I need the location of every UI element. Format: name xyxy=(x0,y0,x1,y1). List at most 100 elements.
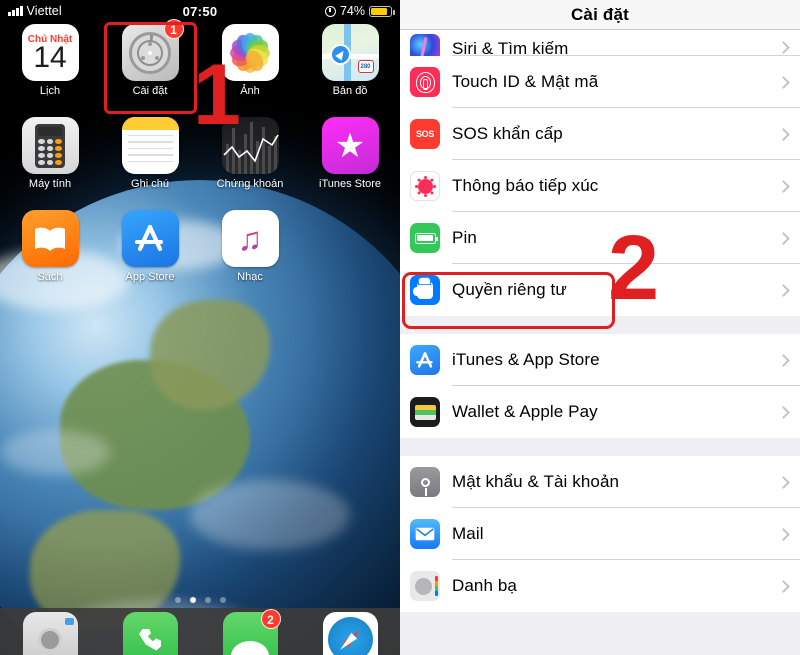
page-indicator-dots[interactable] xyxy=(0,597,400,603)
app-calendar[interactable]: Chủ Nhật 14 Lịch xyxy=(0,24,100,117)
iphone-home-screen: Viettel 07:50 74% Chủ Nhật 14 Lịch 1 Cài… xyxy=(0,0,400,655)
app-app-store[interactable]: App Store xyxy=(100,210,200,303)
chevron-right-icon xyxy=(777,179,790,193)
chevron-right-icon xyxy=(777,75,790,89)
app-store-icon xyxy=(410,345,440,375)
app-label: Máy tính xyxy=(28,178,72,190)
app-itunes-store[interactable]: ★ iTunes Store xyxy=(300,117,400,210)
settings-row-label: Quyền riêng tư xyxy=(452,280,567,299)
app-label: Cài đặt xyxy=(132,85,168,97)
phone-icon xyxy=(122,612,178,655)
settings-row-label: Wallet & Apple Pay xyxy=(452,402,598,421)
wallet-icon xyxy=(410,397,440,427)
settings-row-itunes-app-store[interactable]: iTunes & App Store xyxy=(400,334,800,386)
app-label: Lịch xyxy=(39,85,61,97)
app-label: Ảnh xyxy=(240,85,260,97)
app-label: Chứng khoán xyxy=(216,178,284,190)
dock-item-camera[interactable] xyxy=(0,612,100,655)
app-photos[interactable]: Ảnh xyxy=(200,24,300,117)
password-key-icon xyxy=(410,467,440,497)
battery-low-power-icon xyxy=(369,5,395,17)
camera-icon xyxy=(22,612,78,655)
chevron-right-icon xyxy=(777,41,790,54)
app-row: Chủ Nhật 14 Lịch 1 Cài đặt Ảnh 280 Bản đ… xyxy=(0,19,400,117)
sos-icon: SOS xyxy=(410,119,440,149)
settings-row-passwords-accounts[interactable]: Mật khẩu & Tài khoản xyxy=(400,456,800,508)
chevron-right-icon xyxy=(777,475,790,489)
settings-row-label: iTunes & App Store xyxy=(452,350,600,369)
settings-row-battery[interactable]: Pin xyxy=(400,212,800,264)
chevron-right-icon xyxy=(777,127,790,141)
calculator-icon xyxy=(21,117,79,174)
settings-row-mail[interactable]: Mail xyxy=(400,508,800,560)
highway-shield-icon: 280 xyxy=(357,60,374,73)
photos-icon xyxy=(221,24,279,81)
settings-row-contacts[interactable]: Danh bạ xyxy=(400,560,800,612)
app-calculator[interactable]: Máy tính xyxy=(0,117,100,210)
app-row: Sách App Store ♫ Nhạc xyxy=(0,210,400,303)
notes-icon xyxy=(121,117,179,174)
app-label: Nhạc xyxy=(237,271,263,283)
mail-icon xyxy=(410,519,440,549)
contacts-icon xyxy=(410,571,440,601)
app-music[interactable]: ♫ Nhạc xyxy=(200,210,300,303)
app-label: Ghi chú xyxy=(131,178,169,190)
exposure-notification-icon xyxy=(410,171,440,201)
page-title: Cài đặt xyxy=(570,4,630,24)
settings-row-privacy[interactable]: Quyền riêng tư xyxy=(400,264,800,316)
music-icon: ♫ xyxy=(221,210,279,267)
app-row: Máy tính Ghi chú Chứng khoán ★ iTunes St… xyxy=(0,117,400,210)
app-notes[interactable]: Ghi chú xyxy=(100,117,200,210)
badge-count: 2 xyxy=(260,609,281,629)
badge-count: 1 xyxy=(163,19,184,39)
app-books[interactable]: Sách xyxy=(0,210,100,303)
maps-icon: 280 xyxy=(321,24,379,81)
books-icon xyxy=(21,210,79,267)
settings-group-1: Siri & Tìm kiếm Touch ID & Mật mã SOS SO… xyxy=(400,30,800,316)
settings-row-label: Danh bạ xyxy=(452,576,517,595)
chevron-right-icon xyxy=(777,231,790,245)
settings-row-label: Mail xyxy=(452,524,484,543)
settings-row-wallet-apple-pay[interactable]: Wallet & Apple Pay xyxy=(400,386,800,438)
app-stocks[interactable]: Chứng khoán xyxy=(200,117,300,210)
dock-item-messages[interactable]: 2 xyxy=(200,609,300,655)
app-settings[interactable]: 1 Cài đặt xyxy=(100,19,200,117)
settings-row-emergency-sos[interactable]: SOS SOS khẩn cấp xyxy=(400,108,800,160)
group-spacer xyxy=(400,438,800,456)
chevron-right-icon xyxy=(777,283,790,297)
app-store-icon xyxy=(121,210,179,267)
screen-lock-rotation-icon xyxy=(324,5,336,17)
dock-item-safari[interactable] xyxy=(300,612,400,655)
calendar-icon: Chủ Nhật 14 xyxy=(21,24,79,81)
settings-nav-header: Cài đặt xyxy=(400,0,800,30)
chevron-right-icon xyxy=(777,405,790,419)
tutorial-screenshot-pair: Viettel 07:50 74% Chủ Nhật 14 Lịch 1 Cài… xyxy=(0,0,800,655)
app-grid: Chủ Nhật 14 Lịch 1 Cài đặt Ảnh 280 Bản đ… xyxy=(0,19,400,303)
status-bar: Viettel 07:50 74% xyxy=(0,0,400,22)
app-label: iTunes Store xyxy=(319,178,381,190)
stocks-icon xyxy=(221,117,279,174)
settings-row-exposure-notifications[interactable]: Thông báo tiếp xúc xyxy=(400,160,800,212)
calendar-date: 14 xyxy=(33,41,67,74)
dock: 2 xyxy=(0,608,400,655)
settings-row-label: Touch ID & Mật mã xyxy=(452,72,599,91)
settings-row-touch-id[interactable]: Touch ID & Mật mã xyxy=(400,56,800,108)
itunes-store-icon: ★ xyxy=(321,117,379,174)
dock-item-phone[interactable] xyxy=(100,612,200,655)
chevron-right-icon xyxy=(777,353,790,367)
settings-group-2: iTunes & App Store Wallet & Apple Pay xyxy=(400,334,800,438)
app-empty-slot xyxy=(300,210,400,303)
app-label: App Store xyxy=(125,271,175,283)
app-label: Sách xyxy=(37,271,63,283)
settings-row-label: Pin xyxy=(452,228,477,247)
touch-id-icon xyxy=(410,67,440,97)
safari-compass-icon xyxy=(322,612,378,655)
settings-row-siri-search[interactable]: Siri & Tìm kiếm xyxy=(400,30,800,64)
app-maps[interactable]: 280 Bản đồ xyxy=(300,24,400,117)
app-label: Bản đồ xyxy=(332,85,368,97)
ios-settings-screen: Cài đặt Siri & Tìm kiếm Touch ID & Mật m… xyxy=(400,0,800,655)
battery-icon xyxy=(410,223,440,253)
privacy-hand-icon xyxy=(410,275,440,305)
settings-row-label: Thông báo tiếp xúc xyxy=(452,176,599,195)
settings-row-label: SOS khẩn cấp xyxy=(452,124,563,143)
